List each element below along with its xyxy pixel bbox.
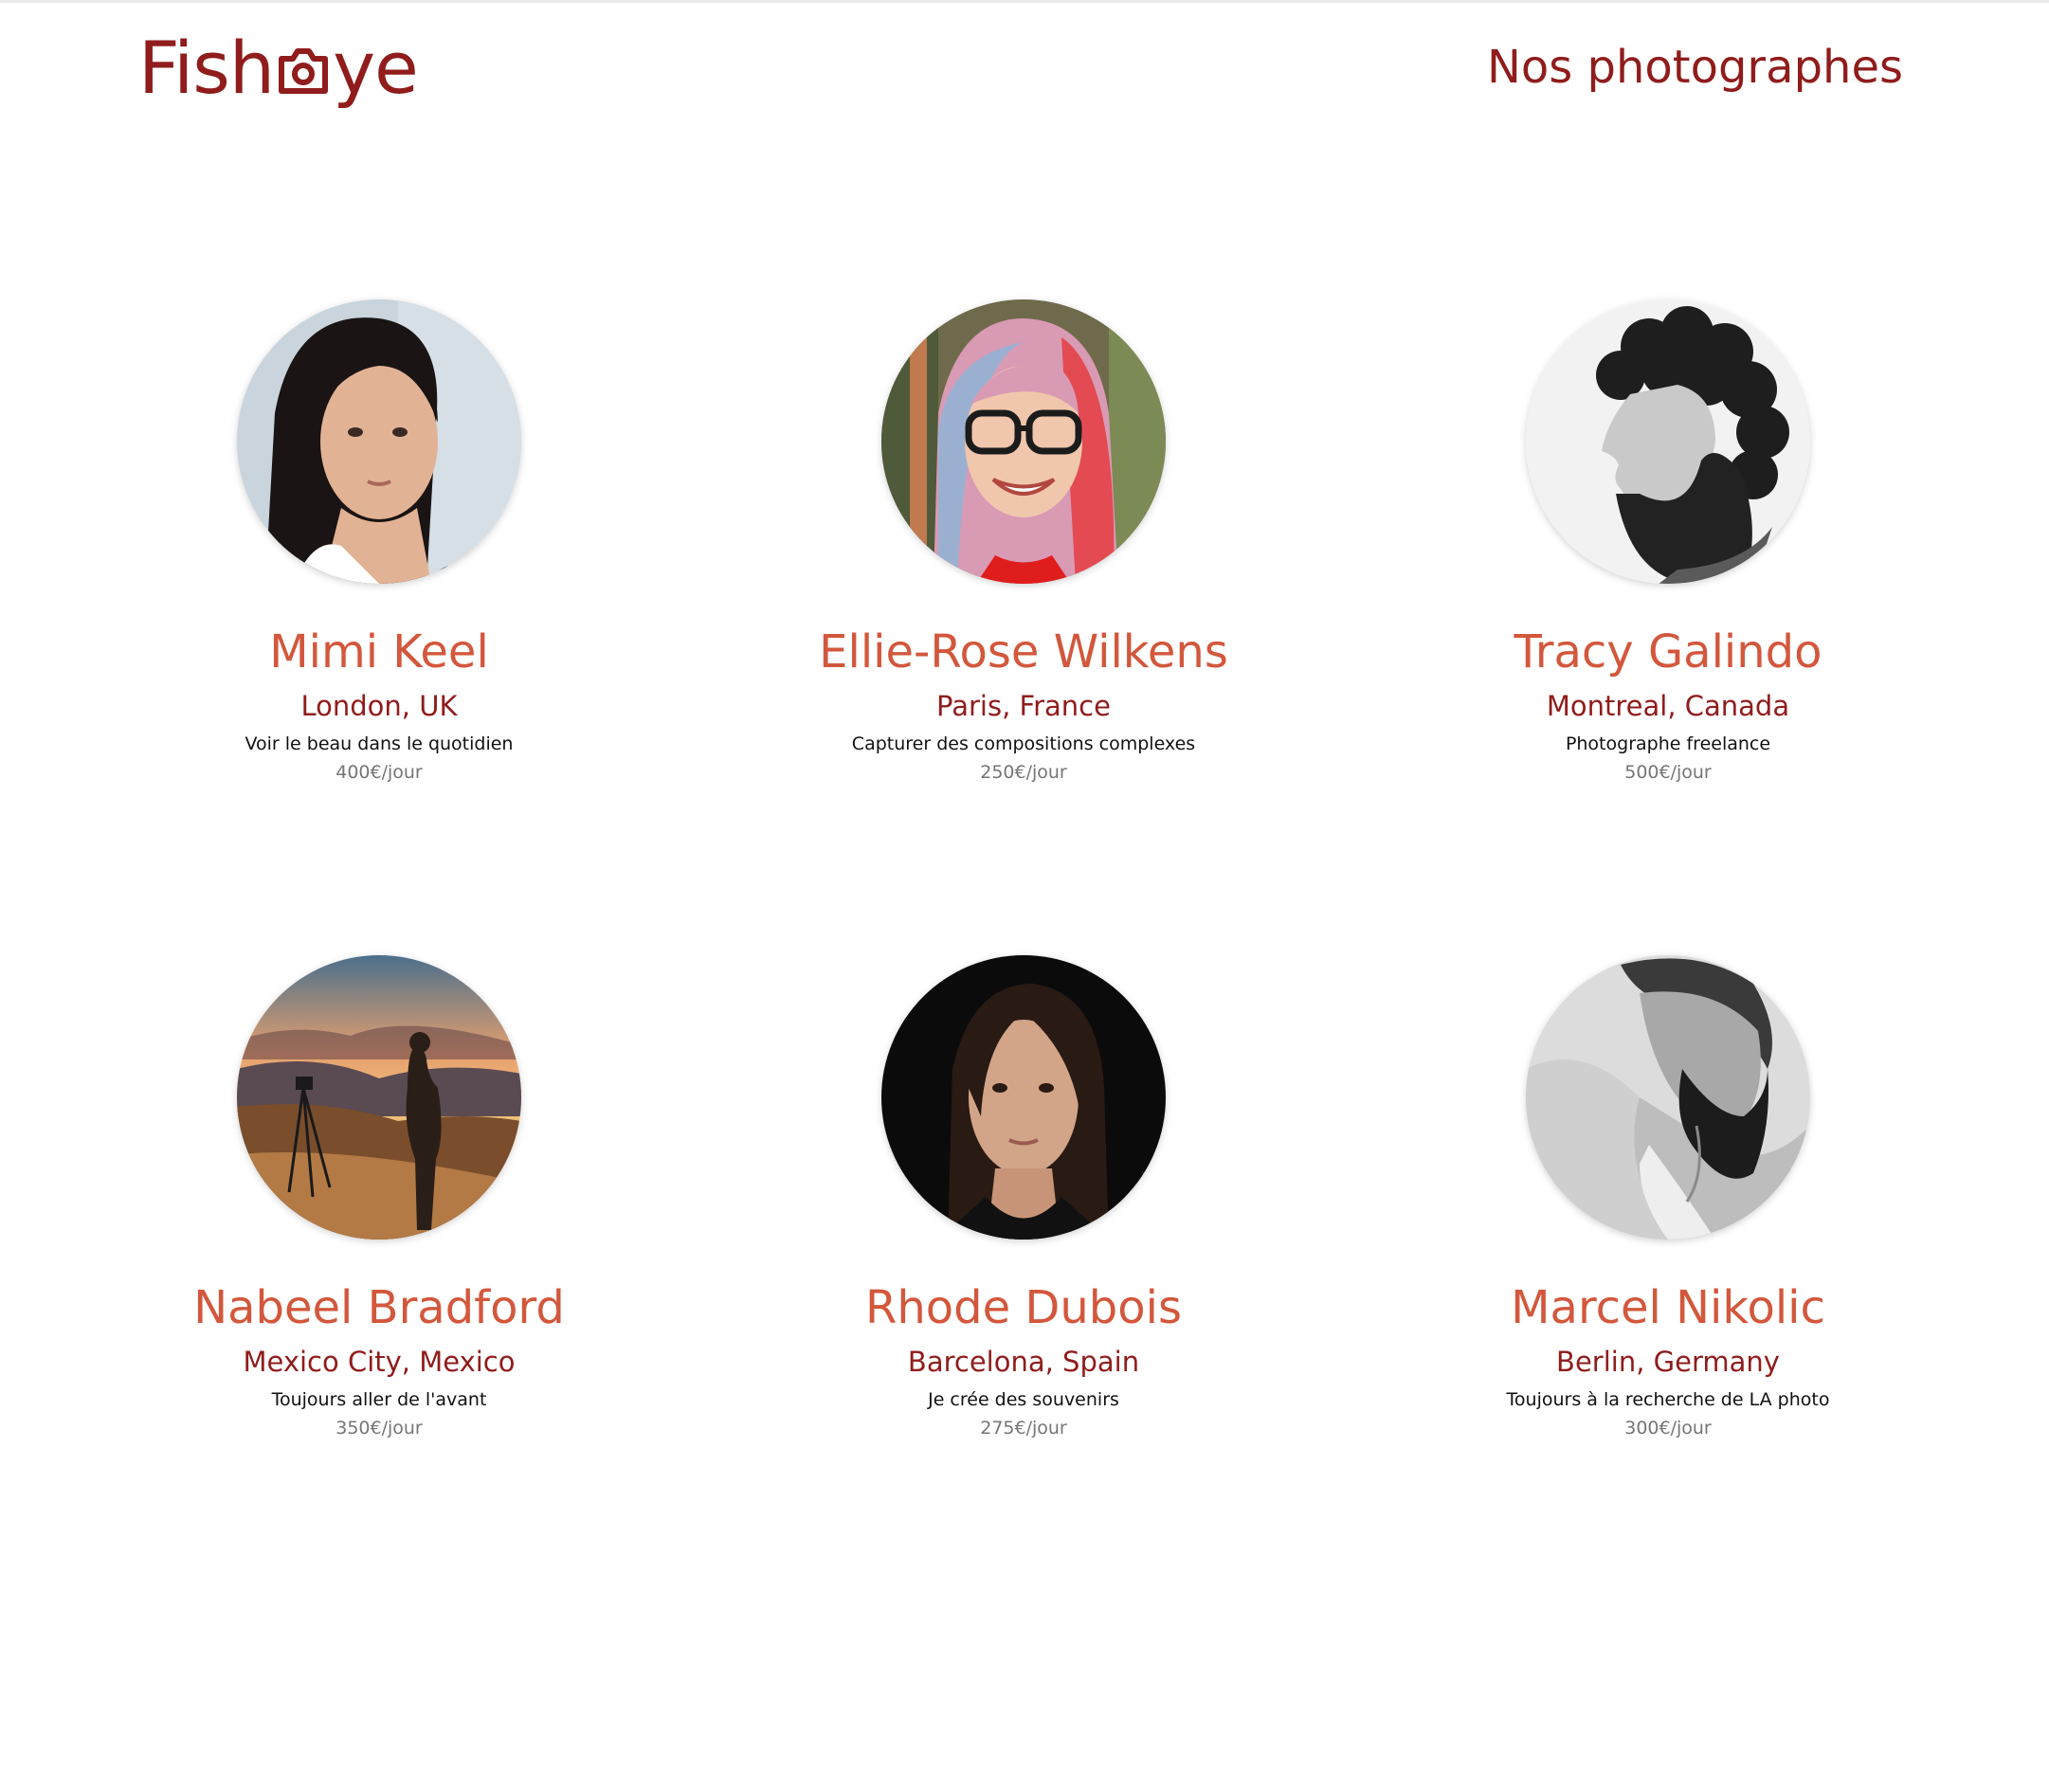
photographer-card[interactable]: Tracy Galindo Montreal, Canada Photograp… (1346, 299, 1990, 955)
photographer-name: Mimi Keel (269, 625, 489, 679)
photographer-location: Paris, France (936, 690, 1111, 722)
photographer-tagline: Photographe freelance (1565, 733, 1771, 754)
photographer-name: Nabeel Bradford (193, 1281, 565, 1334)
photographer-location: London, UK (300, 690, 458, 722)
photographer-card[interactable]: Rhode Dubois Barcelona, Spain Je crée de… (701, 955, 1346, 1611)
photographer-portrait (881, 299, 1166, 584)
photographer-price: 400€/jour (335, 762, 423, 783)
photographer-portrait (1526, 955, 1810, 1240)
photographer-portrait (1526, 299, 1810, 584)
camera-icon (276, 27, 331, 94)
photographer-price: 350€/jour (335, 1418, 423, 1439)
photographer-price: 275€/jour (980, 1418, 1067, 1439)
photographer-price: 300€/jour (1624, 1418, 1712, 1439)
photographer-tagline: Toujours aller de l'avant (271, 1389, 487, 1410)
site-header: Fish ye Nos photographes (0, 0, 2049, 152)
photographer-card[interactable]: Mimi Keel London, UK Voir le beau dans l… (57, 299, 701, 955)
photographer-tagline: Capturer des compositions complexes (851, 733, 1196, 754)
page-title: Nos photographes (1486, 41, 1903, 94)
photographer-price: 250€/jour (980, 762, 1067, 783)
logo-text-left: Fish (138, 26, 275, 110)
photographer-portrait (237, 955, 521, 1240)
photographer-card[interactable]: Nabeel Bradford Mexico City, Mexico Touj… (57, 955, 701, 1611)
photographer-name: Tracy Galindo (1514, 625, 1822, 679)
logo-text-right: ye (333, 26, 419, 110)
photographer-tagline: Voir le beau dans le quotidien (245, 733, 514, 754)
photographer-tagline: Je crée des souvenirs (928, 1389, 1119, 1410)
photographers-grid: Mimi Keel London, UK Voir le beau dans l… (57, 299, 1990, 1611)
photographer-location: Montreal, Canada (1546, 690, 1790, 722)
photographer-location: Barcelona, Spain (907, 1346, 1140, 1378)
photographer-card[interactable]: Marcel Nikolic Berlin, Germany Toujours … (1346, 955, 1990, 1611)
photographer-tagline: Toujours à la recherche de LA photo (1506, 1389, 1830, 1410)
photographer-card[interactable]: Ellie-Rose Wilkens Paris, France Capture… (701, 299, 1346, 955)
photographer-name: Ellie-Rose Wilkens (819, 625, 1228, 679)
photographer-location: Mexico City, Mexico (243, 1346, 516, 1378)
photographer-price: 500€/jour (1624, 762, 1712, 783)
photographer-location: Berlin, Germany (1556, 1346, 1780, 1378)
photographer-portrait (237, 299, 521, 584)
photographer-name: Marcel Nikolic (1511, 1281, 1825, 1334)
photographer-portrait (881, 955, 1166, 1240)
photographer-name: Rhode Dubois (865, 1281, 1182, 1334)
fisheye-logo[interactable]: Fish ye (138, 21, 419, 116)
